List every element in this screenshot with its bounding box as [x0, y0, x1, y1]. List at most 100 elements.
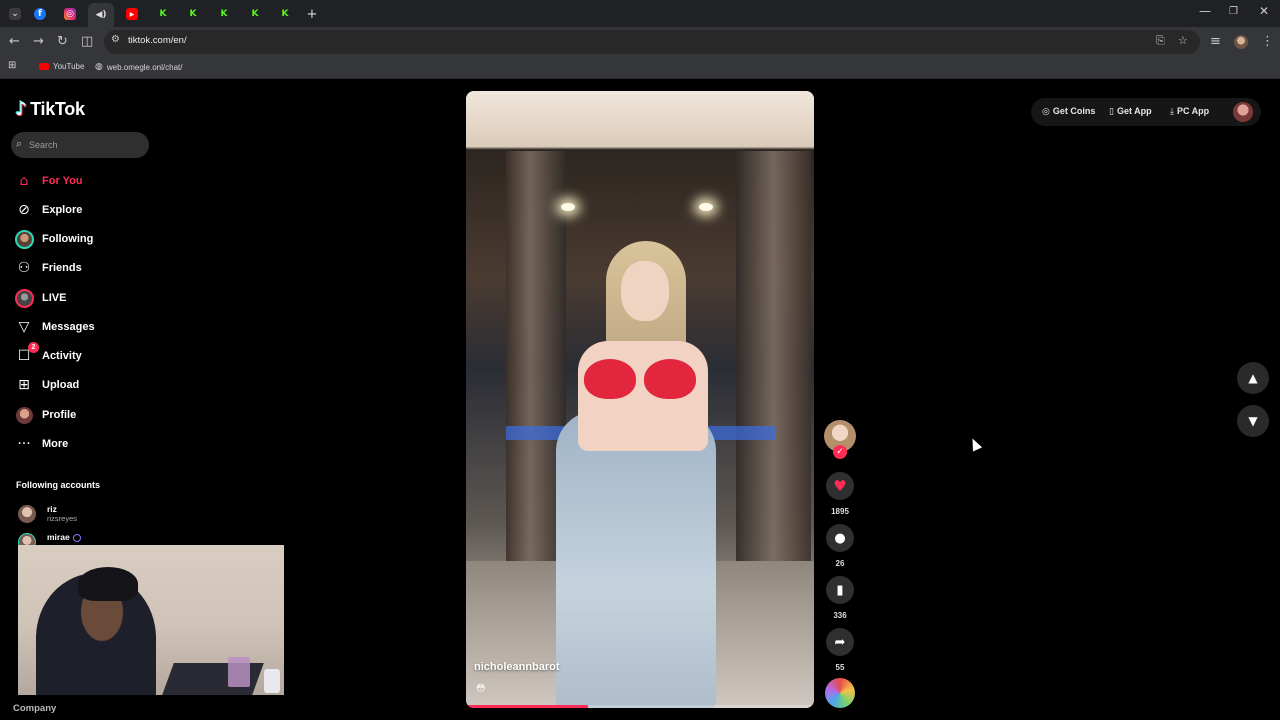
video-ceiling-light	[699, 203, 713, 211]
globe-icon: ◍	[95, 62, 103, 72]
nav-for-you[interactable]: ⌂ For You	[14, 170, 164, 192]
tab-youtube[interactable]: ▶	[119, 4, 145, 24]
cup-shape	[228, 657, 250, 687]
facebook-icon: f	[34, 8, 46, 20]
kick-icon: K	[159, 9, 167, 19]
send-icon: ▽	[18, 319, 30, 335]
profile-avatar[interactable]	[1234, 35, 1248, 49]
back-button[interactable]: ←	[9, 34, 20, 50]
get-app-button[interactable]: ▯ Get App	[1109, 106, 1152, 117]
browser-menu-icon[interactable]: ⋮	[1261, 34, 1274, 50]
pc-app-label: PC App	[1176, 106, 1210, 116]
tab-facebook[interactable]: f	[27, 4, 53, 24]
nav-profile[interactable]: Profile	[14, 404, 164, 426]
account-name: mirae	[47, 532, 81, 542]
nav-label: Explore	[42, 204, 83, 216]
streamer-hair	[78, 567, 138, 601]
kick-icon: K	[220, 9, 228, 19]
minimize-button[interactable]: —	[1199, 4, 1211, 18]
account-avatar	[18, 505, 36, 523]
following-accounts-heading: Following accounts	[16, 480, 101, 490]
video-progress-bar[interactable]	[466, 705, 814, 708]
apps-grid-icon[interactable]: ⊞	[8, 60, 16, 71]
nav-messages[interactable]: ▽ Messages	[14, 316, 164, 338]
reload-button[interactable]: ↻	[57, 34, 68, 50]
url-text: tiktok.com/en/	[128, 35, 187, 46]
bookmarks-bar: ⊞ YouTube ◍ web.omegle.onl/chat/	[0, 57, 1280, 79]
nav-explore[interactable]: ⊘ Explore	[14, 199, 164, 221]
home-icon: ⌂	[19, 173, 29, 189]
comment-button[interactable]: ●	[826, 524, 854, 552]
share-button[interactable]: ➦	[826, 628, 854, 656]
bookmark-label: web.omegle.onl/chat/	[106, 62, 183, 72]
tab-search-dropdown[interactable]: ⌄	[2, 4, 28, 24]
kick-icon: K	[251, 9, 259, 19]
nav-label: More	[42, 438, 69, 450]
account-name-text: mirae	[47, 532, 70, 542]
site-info-icon[interactable]: ⚙	[111, 34, 120, 45]
search-input[interactable]: ⌕ Search	[11, 132, 149, 158]
media-control-icon[interactable]: ≡	[1210, 34, 1221, 50]
nav-following[interactable]: Following	[14, 228, 164, 250]
address-bar[interactable]: ⚙ tiktok.com/en/ ⎘ ☆	[104, 30, 1200, 54]
tab-instagram[interactable]: ◎	[57, 4, 83, 24]
nav-live[interactable]: LIVE	[14, 287, 164, 309]
video-figure-jeans	[556, 411, 716, 708]
following-avatar	[14, 229, 34, 249]
kick-icon: K	[189, 9, 197, 19]
forward-button[interactable]: →	[33, 34, 44, 50]
cup-shape	[264, 669, 280, 693]
tab-tiktok-active[interactable]: ◀)	[88, 3, 114, 27]
chevron-up-icon: ▲	[1248, 371, 1258, 385]
nav-more[interactable]: ··· More	[14, 433, 164, 455]
next-video-button[interactable]: ▼	[1237, 405, 1269, 437]
comment-icon: ●	[834, 530, 846, 546]
restore-button[interactable]: ❐	[1229, 6, 1238, 17]
get-app-label: Get App	[1116, 106, 1152, 116]
kick-icon: K	[281, 9, 289, 19]
bookmark-label: YouTube	[53, 62, 85, 71]
save-count: 336	[833, 611, 847, 620]
bookmark-star-icon[interactable]: ☆	[1178, 34, 1188, 47]
bookmark-youtube[interactable]: YouTube	[39, 62, 84, 71]
tiktok-logo[interactable]: ♪ TikTok	[15, 98, 85, 120]
nav-upload[interactable]: ⊞ Upload	[14, 374, 164, 396]
tiktok-note-icon: ♪	[15, 98, 28, 120]
like-button[interactable]: ♥	[826, 472, 854, 500]
nav-label: Profile	[42, 409, 77, 421]
tab-kick-4[interactable]: K	[242, 4, 268, 24]
nav-label: For You	[42, 175, 83, 187]
tab-kick-1[interactable]: K	[150, 4, 176, 24]
video-progress-fill	[466, 705, 588, 708]
save-button[interactable]: ▮	[826, 576, 854, 604]
nav-activity[interactable]: ☐ 2 Activity	[14, 342, 164, 367]
video-creator-name[interactable]: nicholeannbarot	[474, 661, 560, 673]
nav-label: Upload	[42, 379, 80, 391]
close-window-button[interactable]: ✕	[1259, 4, 1269, 18]
browser-toolbar: ← → ↻ ◫ ⚙ tiktok.com/en/ ⎘ ☆ ≡ ⋮	[0, 27, 1280, 57]
music-disc-icon[interactable]	[825, 678, 855, 708]
chevron-down-icon: ▼	[1248, 414, 1258, 428]
previous-video-button[interactable]: ▲	[1237, 362, 1269, 394]
new-tab-button[interactable]: +	[299, 4, 325, 24]
video-ceiling-light	[561, 203, 575, 211]
install-app-icon[interactable]: ⎘	[1156, 34, 1165, 48]
video-player[interactable]: nicholeannbarot 😳	[466, 91, 814, 708]
split-view-button[interactable]: ◫	[81, 34, 93, 50]
friends-icon: ⚇	[17, 260, 31, 276]
plus-icon: +	[306, 6, 318, 22]
following-account-item[interactable]: riz rizsreyes	[18, 504, 77, 523]
nav-friends[interactable]: ⚇ Friends	[14, 257, 164, 279]
account-name: riz	[47, 504, 57, 514]
user-avatar[interactable]	[1233, 102, 1253, 122]
tab-kick-2[interactable]: K	[180, 4, 206, 24]
tab-kick-3[interactable]: K	[211, 4, 237, 24]
tab-kick-5[interactable]: K	[272, 4, 298, 24]
pc-app-button[interactable]: ⤓ PC App	[1170, 106, 1209, 117]
get-coins-button[interactable]: ◎ Get Coins	[1042, 106, 1095, 117]
follow-plus-icon[interactable]: ✓	[833, 445, 847, 459]
footer-company-link[interactable]: Company	[13, 703, 56, 714]
bookmark-omegle[interactable]: ◍ web.omegle.onl/chat/	[95, 62, 182, 72]
nav-label: Activity	[42, 350, 82, 362]
youtube-icon	[39, 63, 49, 70]
